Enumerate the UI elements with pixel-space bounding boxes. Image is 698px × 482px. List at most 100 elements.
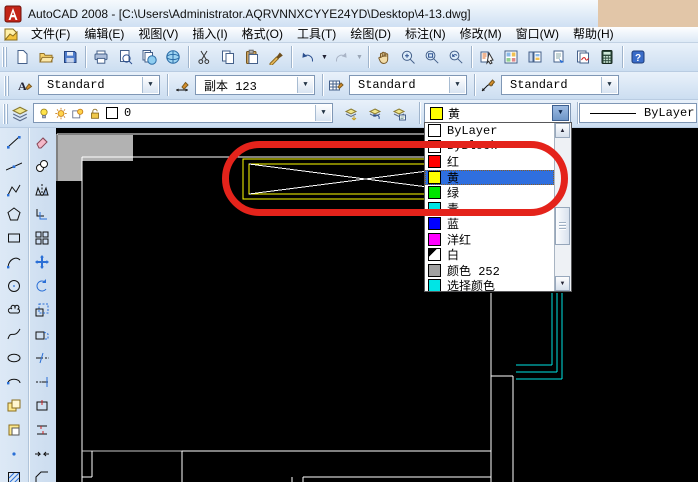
drop-arrow-button[interactable]: ▼ bbox=[319, 45, 330, 69]
pline-button[interactable] bbox=[2, 178, 26, 202]
chevron-down-icon[interactable]: ▼ bbox=[315, 105, 331, 121]
breakpt-button[interactable] bbox=[30, 394, 54, 418]
copy-button[interactable] bbox=[30, 154, 54, 178]
globe3d-button[interactable] bbox=[161, 45, 185, 69]
polygon-button[interactable] bbox=[2, 202, 26, 226]
paste-button[interactable] bbox=[240, 45, 264, 69]
mleader-style-combo[interactable]: Standard ▼ bbox=[501, 75, 619, 95]
menu-dimension[interactable]: 标注(N) bbox=[398, 27, 453, 42]
copyclip-button[interactable] bbox=[216, 45, 240, 69]
revcloud-button[interactable] bbox=[2, 298, 26, 322]
color-option-bylayer[interactable]: ByLayer bbox=[425, 123, 554, 139]
mleader-style-icon[interactable] bbox=[475, 73, 501, 99]
toolpalettes-button[interactable] bbox=[523, 45, 547, 69]
insertblock-button[interactable] bbox=[2, 394, 26, 418]
sheetset-button[interactable] bbox=[547, 45, 571, 69]
redo-button[interactable] bbox=[330, 45, 354, 69]
menu-draw[interactable]: 绘图(D) bbox=[343, 27, 398, 42]
ellipse-button[interactable] bbox=[2, 346, 26, 370]
toolbar-grip[interactable] bbox=[4, 76, 9, 96]
publish-button[interactable] bbox=[137, 45, 161, 69]
layer-properties-manager-icon[interactable] bbox=[7, 101, 33, 127]
quickcalc-button[interactable] bbox=[595, 45, 619, 69]
circle-button[interactable] bbox=[2, 274, 26, 298]
scroll-up-icon[interactable]: ▲ bbox=[555, 123, 570, 138]
matchprop-button[interactable] bbox=[264, 45, 288, 69]
color-option-magenta[interactable]: 洋红 bbox=[425, 232, 554, 248]
color-combo[interactable]: 黄 ▼ bbox=[424, 103, 571, 123]
chamfer-button[interactable] bbox=[30, 466, 54, 482]
chevron-down-icon[interactable]: ▼ bbox=[449, 77, 465, 93]
layer-vp-sun-icon[interactable] bbox=[71, 106, 85, 121]
undo-button[interactable] bbox=[295, 45, 319, 69]
title-bar[interactable]: AutoCAD 2008 - [C:\Users\Administrator.A… bbox=[0, 0, 698, 28]
move-button[interactable] bbox=[30, 250, 54, 274]
menu-tools[interactable]: 工具(T) bbox=[290, 27, 343, 42]
linetype-combo[interactable]: ByLayer bbox=[579, 103, 697, 123]
save-button[interactable] bbox=[58, 45, 82, 69]
arc-button[interactable] bbox=[2, 250, 26, 274]
new-button[interactable] bbox=[10, 45, 34, 69]
makeblock-button[interactable] bbox=[2, 418, 26, 442]
offset-button[interactable] bbox=[30, 202, 54, 226]
menu-window[interactable]: 窗口(W) bbox=[509, 27, 566, 42]
open-button[interactable] bbox=[34, 45, 58, 69]
markup-button[interactable] bbox=[571, 45, 595, 69]
chevron-down-icon[interactable]: ▼ bbox=[297, 77, 313, 93]
text-style-icon[interactable]: A bbox=[12, 73, 38, 99]
zoom-button[interactable] bbox=[396, 45, 420, 69]
break-button[interactable] bbox=[30, 418, 54, 442]
layer-combo[interactable]: 0 ▼ bbox=[33, 103, 333, 123]
dropdown-scrollbar[interactable]: ▲ ▼ bbox=[554, 123, 571, 291]
help-button[interactable]: ? bbox=[626, 45, 650, 69]
stretch-button[interactable] bbox=[30, 322, 54, 346]
plot-button[interactable] bbox=[89, 45, 113, 69]
menu-edit[interactable]: 编辑(E) bbox=[77, 27, 131, 42]
zoomprev-button[interactable] bbox=[444, 45, 468, 69]
layer-lock-icon[interactable] bbox=[88, 106, 102, 121]
cut-button[interactable] bbox=[192, 45, 216, 69]
xline-button[interactable] bbox=[2, 154, 26, 178]
scrollbar-thumb[interactable] bbox=[555, 207, 570, 245]
menu-view[interactable]: 视图(V) bbox=[131, 27, 185, 42]
color-option-color-252[interactable]: 颜色 252 bbox=[425, 263, 554, 279]
rectangle-button[interactable] bbox=[2, 226, 26, 250]
hatch-button[interactable] bbox=[2, 466, 26, 482]
join-button[interactable] bbox=[30, 442, 54, 466]
properties-button[interactable] bbox=[475, 45, 499, 69]
chevron-down-icon[interactable]: ▼ bbox=[142, 77, 158, 93]
drop-arrow-button[interactable]: ▼ bbox=[354, 45, 365, 69]
menu-help[interactable]: 帮助(H) bbox=[566, 27, 621, 42]
chevron-down-icon[interactable]: ▼ bbox=[601, 77, 617, 93]
trim-button[interactable] bbox=[30, 346, 54, 370]
scroll-down-icon[interactable]: ▼ bbox=[555, 276, 570, 291]
menu-modify[interactable]: 修改(M) bbox=[453, 27, 509, 42]
menu-file[interactable]: 文件(F) bbox=[24, 27, 77, 42]
menu-insert[interactable]: 插入(I) bbox=[185, 27, 234, 42]
erase-button[interactable] bbox=[30, 130, 54, 154]
spline-button[interactable] bbox=[2, 322, 26, 346]
toolbar-grip[interactable] bbox=[2, 47, 7, 67]
color-option-blue[interactable]: 蓝 bbox=[425, 216, 554, 232]
rotate-button[interactable] bbox=[30, 274, 54, 298]
layer-states-icon[interactable] bbox=[386, 101, 412, 127]
ellipsearc-button[interactable] bbox=[2, 370, 26, 394]
line-button[interactable] bbox=[2, 130, 26, 154]
color-option-white[interactable]: 白 bbox=[425, 247, 554, 263]
zoomwin-button[interactable] bbox=[420, 45, 444, 69]
scale-button[interactable] bbox=[30, 298, 54, 322]
mirror-button[interactable] bbox=[30, 178, 54, 202]
layer-on-bulb-icon[interactable] bbox=[37, 106, 51, 121]
chevron-down-icon[interactable]: ▼ bbox=[552, 105, 569, 121]
layer-sun-icon[interactable] bbox=[54, 106, 68, 121]
extend-button[interactable] bbox=[30, 370, 54, 394]
designcenter-button[interactable] bbox=[499, 45, 523, 69]
layer-previous-icon[interactable] bbox=[362, 101, 388, 127]
text-style-combo[interactable]: Standard ▼ bbox=[38, 75, 160, 95]
table-style-icon[interactable] bbox=[323, 73, 349, 99]
array-button[interactable] bbox=[30, 226, 54, 250]
color-option-select-color[interactable]: 选择颜色 bbox=[425, 278, 554, 291]
dim-style-icon[interactable] bbox=[169, 73, 195, 99]
table-style-combo[interactable]: Standard ▼ bbox=[349, 75, 467, 95]
make-object-layer-current-icon[interactable] bbox=[338, 101, 364, 127]
